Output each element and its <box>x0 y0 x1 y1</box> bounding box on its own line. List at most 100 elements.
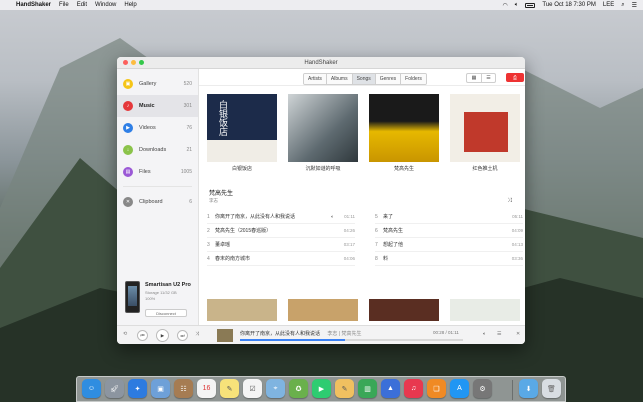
menu-file[interactable]: File <box>59 2 69 8</box>
track-row[interactable]: 5 来了 05:11 <box>375 210 523 224</box>
notification-center-icon[interactable]: ☰ <box>632 2 637 9</box>
trash-icon[interactable]: 🗑︎ <box>542 379 561 398</box>
reminders-icon[interactable]: ☑ <box>243 379 262 398</box>
downloads-folder-icon[interactable]: ⬇ <box>519 379 538 398</box>
track-duration: 05:11 <box>512 214 523 219</box>
sidebar-item-label: Gallery <box>139 81 157 87</box>
list-view-icon[interactable]: ☰ <box>481 74 495 82</box>
track-number: 4 <box>207 255 210 262</box>
phone-image <box>125 281 140 313</box>
menu-help[interactable]: Help <box>124 2 136 8</box>
album-cover[interactable] <box>207 299 277 321</box>
sidebar-item-label: Files <box>139 169 151 175</box>
tab-songs[interactable]: Songs <box>352 74 376 84</box>
sidebar-item-label: Clipboard <box>139 199 163 205</box>
facetime-icon[interactable]: ▶ <box>312 379 331 398</box>
menubar-clock[interactable]: Tue Oct 18 7:30 PM <box>542 2 595 8</box>
close-player-icon[interactable]: ✕ <box>516 331 520 337</box>
contacts-icon[interactable]: ☷ <box>174 379 193 398</box>
track-duration: 04:06 <box>343 256 355 261</box>
keynote-icon[interactable]: ▲ <box>381 379 400 398</box>
tab-albums[interactable]: Albums <box>326 74 353 84</box>
menu-app-name[interactable]: HandShaker <box>16 2 51 8</box>
import-button[interactable]: ⎙ <box>506 73 524 82</box>
sidebar-item-videos[interactable]: ▶ Videos 76 <box>117 117 198 139</box>
grid-view-icon[interactable]: ▦ <box>467 74 481 82</box>
sidebar-item-label: Music <box>139 103 155 109</box>
track-name: 料 <box>383 256 389 262</box>
previous-button[interactable]: ⏮ <box>137 330 148 341</box>
calendar-icon[interactable]: 16 <box>197 379 216 398</box>
shuffle-icon[interactable]: ⤨ <box>507 198 512 205</box>
album-cover <box>450 94 520 162</box>
play-button[interactable]: ▶ <box>156 329 169 342</box>
disconnect-button[interactable]: Disconnect <box>145 309 187 317</box>
progress-bar[interactable] <box>240 339 463 341</box>
spotlight-icon[interactable]: ⌕ <box>621 2 624 9</box>
album-card[interactable]: 梵高先生 <box>369 94 439 172</box>
album-title: 白银饭店 <box>231 166 252 172</box>
battery-icon[interactable] <box>525 2 536 8</box>
track-row[interactable]: 1 你离开了南京，从此没有人和我说话 🔈︎ 01:11 <box>207 210 355 224</box>
photo-viewer-icon[interactable]: ▣ <box>151 379 170 398</box>
safari-icon[interactable]: ✦ <box>128 379 147 398</box>
sidebar-item-gallery[interactable]: ▣ Gallery 520 <box>117 73 198 95</box>
ibooks-icon[interactable]: ❑ <box>427 379 446 398</box>
sidebar-item-label: Videos <box>139 125 156 131</box>
track-row[interactable]: 2 梵高先生（2015春巡版） 04:26 <box>207 224 355 238</box>
album-detail: 梵高先生 李志 ⤨ 1 你离开了南京，从此没有人和我说话 🔈︎ 01:11 2 … <box>199 174 525 269</box>
repeat-icon[interactable]: ⟲ <box>123 331 127 337</box>
player-bar: ⟲ ⏮ ▶ ⏭ ⤨ 你离开了南京，从此没有人和我说话 李志 | 梵高先生 00:… <box>117 325 525 344</box>
system-preferences-icon[interactable]: ⚙ <box>473 379 492 398</box>
numbers-icon[interactable]: ▥ <box>358 379 377 398</box>
album-card[interactable]: 红色推土机 <box>450 94 520 172</box>
launchpad-icon[interactable]: 🚀︎ <box>105 379 124 398</box>
finder-icon[interactable]: ☺ <box>82 379 101 398</box>
volume-icon[interactable]: 🔈︎ <box>483 331 486 337</box>
sidebar-item-files[interactable]: ▤ Files 1005 <box>117 161 198 183</box>
device-name: Smartisan U2 Pro <box>145 282 191 288</box>
sidebar-item-music[interactable]: ♪ Music 301 <box>117 95 198 117</box>
itunes-icon[interactable]: ♫ <box>404 379 423 398</box>
sidebar-item-clipboard[interactable]: ✕ Clipboard 6 <box>117 191 198 213</box>
sidebar-item-count: 6 <box>189 199 192 205</box>
connected-device: Smartisan U2 Pro Storage 11/32 GB 100% D… <box>123 281 197 321</box>
menu-window[interactable]: Window <box>95 2 116 8</box>
title-bar: HandShaker <box>117 57 525 69</box>
maps-icon[interactable]: ⌖ <box>266 379 285 398</box>
album-cover[interactable] <box>288 299 358 321</box>
sidebar-item-downloads[interactable]: ↓ Downloads 21 <box>117 139 198 161</box>
album-title: 梵高先生 <box>393 166 414 172</box>
track-duration: 04:26 <box>343 228 355 233</box>
menubar-user[interactable]: LEE <box>603 2 614 8</box>
album-cover[interactable] <box>450 299 520 321</box>
next-button[interactable]: ⏭ <box>177 330 188 341</box>
album-cover <box>369 94 439 162</box>
tab-folders[interactable]: Folders <box>401 74 426 84</box>
android-icon[interactable]: ✪ <box>289 379 308 398</box>
tab-artists[interactable]: Artists <box>304 74 327 84</box>
playlist-icon[interactable]: ☰ <box>497 331 501 337</box>
volume-icon[interactable]: 🔈︎ <box>515 2 519 9</box>
tab-genres[interactable]: Genres <box>375 74 402 84</box>
track-number: 7 <box>375 241 378 248</box>
app-store-icon[interactable]: A <box>450 379 469 398</box>
track-row[interactable]: 3 董卓瑶 03:17 <box>207 238 355 252</box>
track-row[interactable]: 6 梵高先生 04:09 <box>375 224 523 238</box>
shuffle-player-icon[interactable]: ⤨ <box>195 331 199 337</box>
album-card[interactable]: 沉默如谜的呼吸 <box>288 94 358 172</box>
track-duration: 03:36 <box>511 256 523 261</box>
pages-icon[interactable]: ✎ <box>335 379 354 398</box>
track-row[interactable]: 7 想起了他 04:13 <box>375 238 523 252</box>
track-row[interactable]: 8 料 03:36 <box>375 252 523 266</box>
menu-edit[interactable]: Edit <box>77 2 87 8</box>
track-name: 来了 <box>383 214 394 220</box>
album-card[interactable]: 白银饭店 白银饭店 <box>207 94 277 172</box>
track-number: 2 <box>207 227 210 234</box>
wifi-icon[interactable]: ◠ <box>503 2 508 9</box>
notes-icon[interactable]: ✎ <box>220 379 239 398</box>
sidebar-item-count: 76 <box>186 125 192 131</box>
track-row[interactable]: 4 春末的南方城市 04:06 <box>207 252 355 266</box>
window-title: HandShaker <box>304 59 338 66</box>
album-cover[interactable] <box>369 299 439 321</box>
